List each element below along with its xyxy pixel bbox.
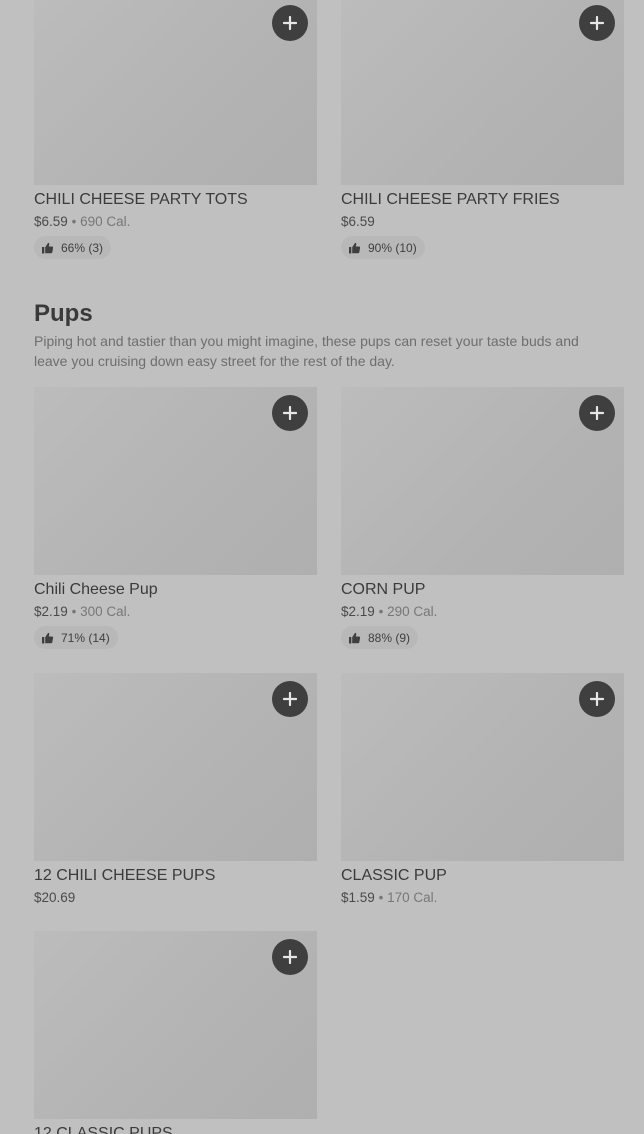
item-image[interactable] — [341, 0, 624, 185]
rating-badge: 90% (10) — [341, 236, 425, 259]
item-price: $20.69 — [34, 890, 76, 905]
item-name[interactable]: CLASSIC PUP — [341, 867, 624, 885]
thumbs-up-icon — [348, 242, 361, 254]
section-title: Pups — [34, 300, 93, 327]
menu-item-card[interactable]: CLASSIC PUP $1.59 • 170 Cal. — [341, 673, 624, 906]
item-price-calories: $6.59 — [341, 214, 624, 230]
item-image[interactable] — [341, 387, 624, 575]
item-price-calories: $20.69 — [34, 890, 317, 906]
item-price-calories: $2.19 • 300 Cal. — [34, 604, 317, 620]
thumbs-up-icon — [41, 632, 54, 644]
menu-item-card[interactable]: CHILI CHEESE PARTY FRIES $6.59 90% (10) — [341, 0, 624, 259]
item-calories: 690 Cal. — [80, 214, 131, 229]
menu-item-card[interactable]: CORN PUP $2.19 • 290 Cal. 88% (9) — [341, 387, 624, 649]
section-description: Piping hot and tastier than you might im… — [34, 333, 579, 369]
item-name[interactable]: 12 CHILI CHEESE PUPS — [34, 867, 317, 885]
separator-dot: • — [378, 890, 384, 905]
item-image[interactable] — [34, 673, 317, 861]
item-image[interactable] — [34, 387, 317, 575]
thumbs-up-icon — [348, 632, 361, 644]
plus-icon — [590, 16, 604, 30]
rating-badge: 88% (9) — [341, 626, 419, 649]
add-to-cart-button[interactable] — [579, 681, 615, 717]
add-to-cart-button[interactable] — [272, 5, 308, 41]
item-calories: 290 Cal. — [387, 604, 438, 619]
item-calories: 300 Cal. — [80, 604, 131, 619]
rating-text: 66% (3) — [61, 240, 104, 255]
item-image[interactable] — [341, 673, 624, 861]
menu-item-card[interactable]: CHILI CHEESE PARTY TOTS $6.59 • 690 Cal.… — [34, 0, 317, 259]
item-calories: 170 Cal. — [387, 890, 438, 905]
add-to-cart-button[interactable] — [579, 5, 615, 41]
rating-text: 88% (9) — [368, 630, 411, 645]
separator-dot: • — [378, 604, 384, 619]
item-price-calories: $2.19 • 290 Cal. — [341, 604, 624, 620]
item-price: $6.59 — [34, 214, 68, 229]
separator-dot: • — [71, 214, 77, 229]
separator-dot: • — [71, 604, 77, 619]
rating-badge: 71% (14) — [34, 626, 118, 649]
add-to-cart-button[interactable] — [579, 395, 615, 431]
item-price-calories: $6.59 • 690 Cal. — [34, 214, 317, 230]
plus-icon — [283, 16, 297, 30]
item-image[interactable] — [34, 0, 317, 185]
item-price-calories: $1.59 • 170 Cal. — [341, 890, 624, 906]
plus-icon — [283, 406, 297, 420]
plus-icon — [590, 406, 604, 420]
item-name[interactable]: Chili Cheese Pup — [34, 581, 317, 599]
add-to-cart-button[interactable] — [272, 681, 308, 717]
menu-item-card[interactable]: 12 CLASSIC PUPS — [34, 931, 317, 1134]
menu-item-card[interactable]: Chili Cheese Pup $2.19 • 300 Cal. 71% (1… — [34, 387, 317, 649]
rating-badge: 66% (3) — [34, 236, 112, 259]
item-name[interactable]: CHILI CHEESE PARTY FRIES — [341, 191, 624, 209]
item-name[interactable]: CORN PUP — [341, 581, 624, 599]
add-to-cart-button[interactable] — [272, 939, 308, 975]
plus-icon — [283, 950, 297, 964]
item-price: $2.19 — [341, 604, 375, 619]
menu-page: CHILI CHEESE PARTY TOTS $6.59 • 690 Cal.… — [0, 0, 644, 1134]
item-price: $2.19 — [34, 604, 68, 619]
thumbs-up-icon — [41, 242, 54, 254]
item-image[interactable] — [34, 931, 317, 1119]
rating-text: 71% (14) — [61, 630, 110, 645]
item-price: $6.59 — [341, 214, 375, 229]
item-price: $1.59 — [341, 890, 375, 905]
plus-icon — [283, 692, 297, 706]
plus-icon — [590, 692, 604, 706]
item-name[interactable]: 12 CLASSIC PUPS — [34, 1125, 317, 1134]
item-name[interactable]: CHILI CHEESE PARTY TOTS — [34, 191, 317, 209]
menu-item-card[interactable]: 12 CHILI CHEESE PUPS $20.69 — [34, 673, 317, 906]
rating-text: 90% (10) — [368, 240, 417, 255]
add-to-cart-button[interactable] — [272, 395, 308, 431]
